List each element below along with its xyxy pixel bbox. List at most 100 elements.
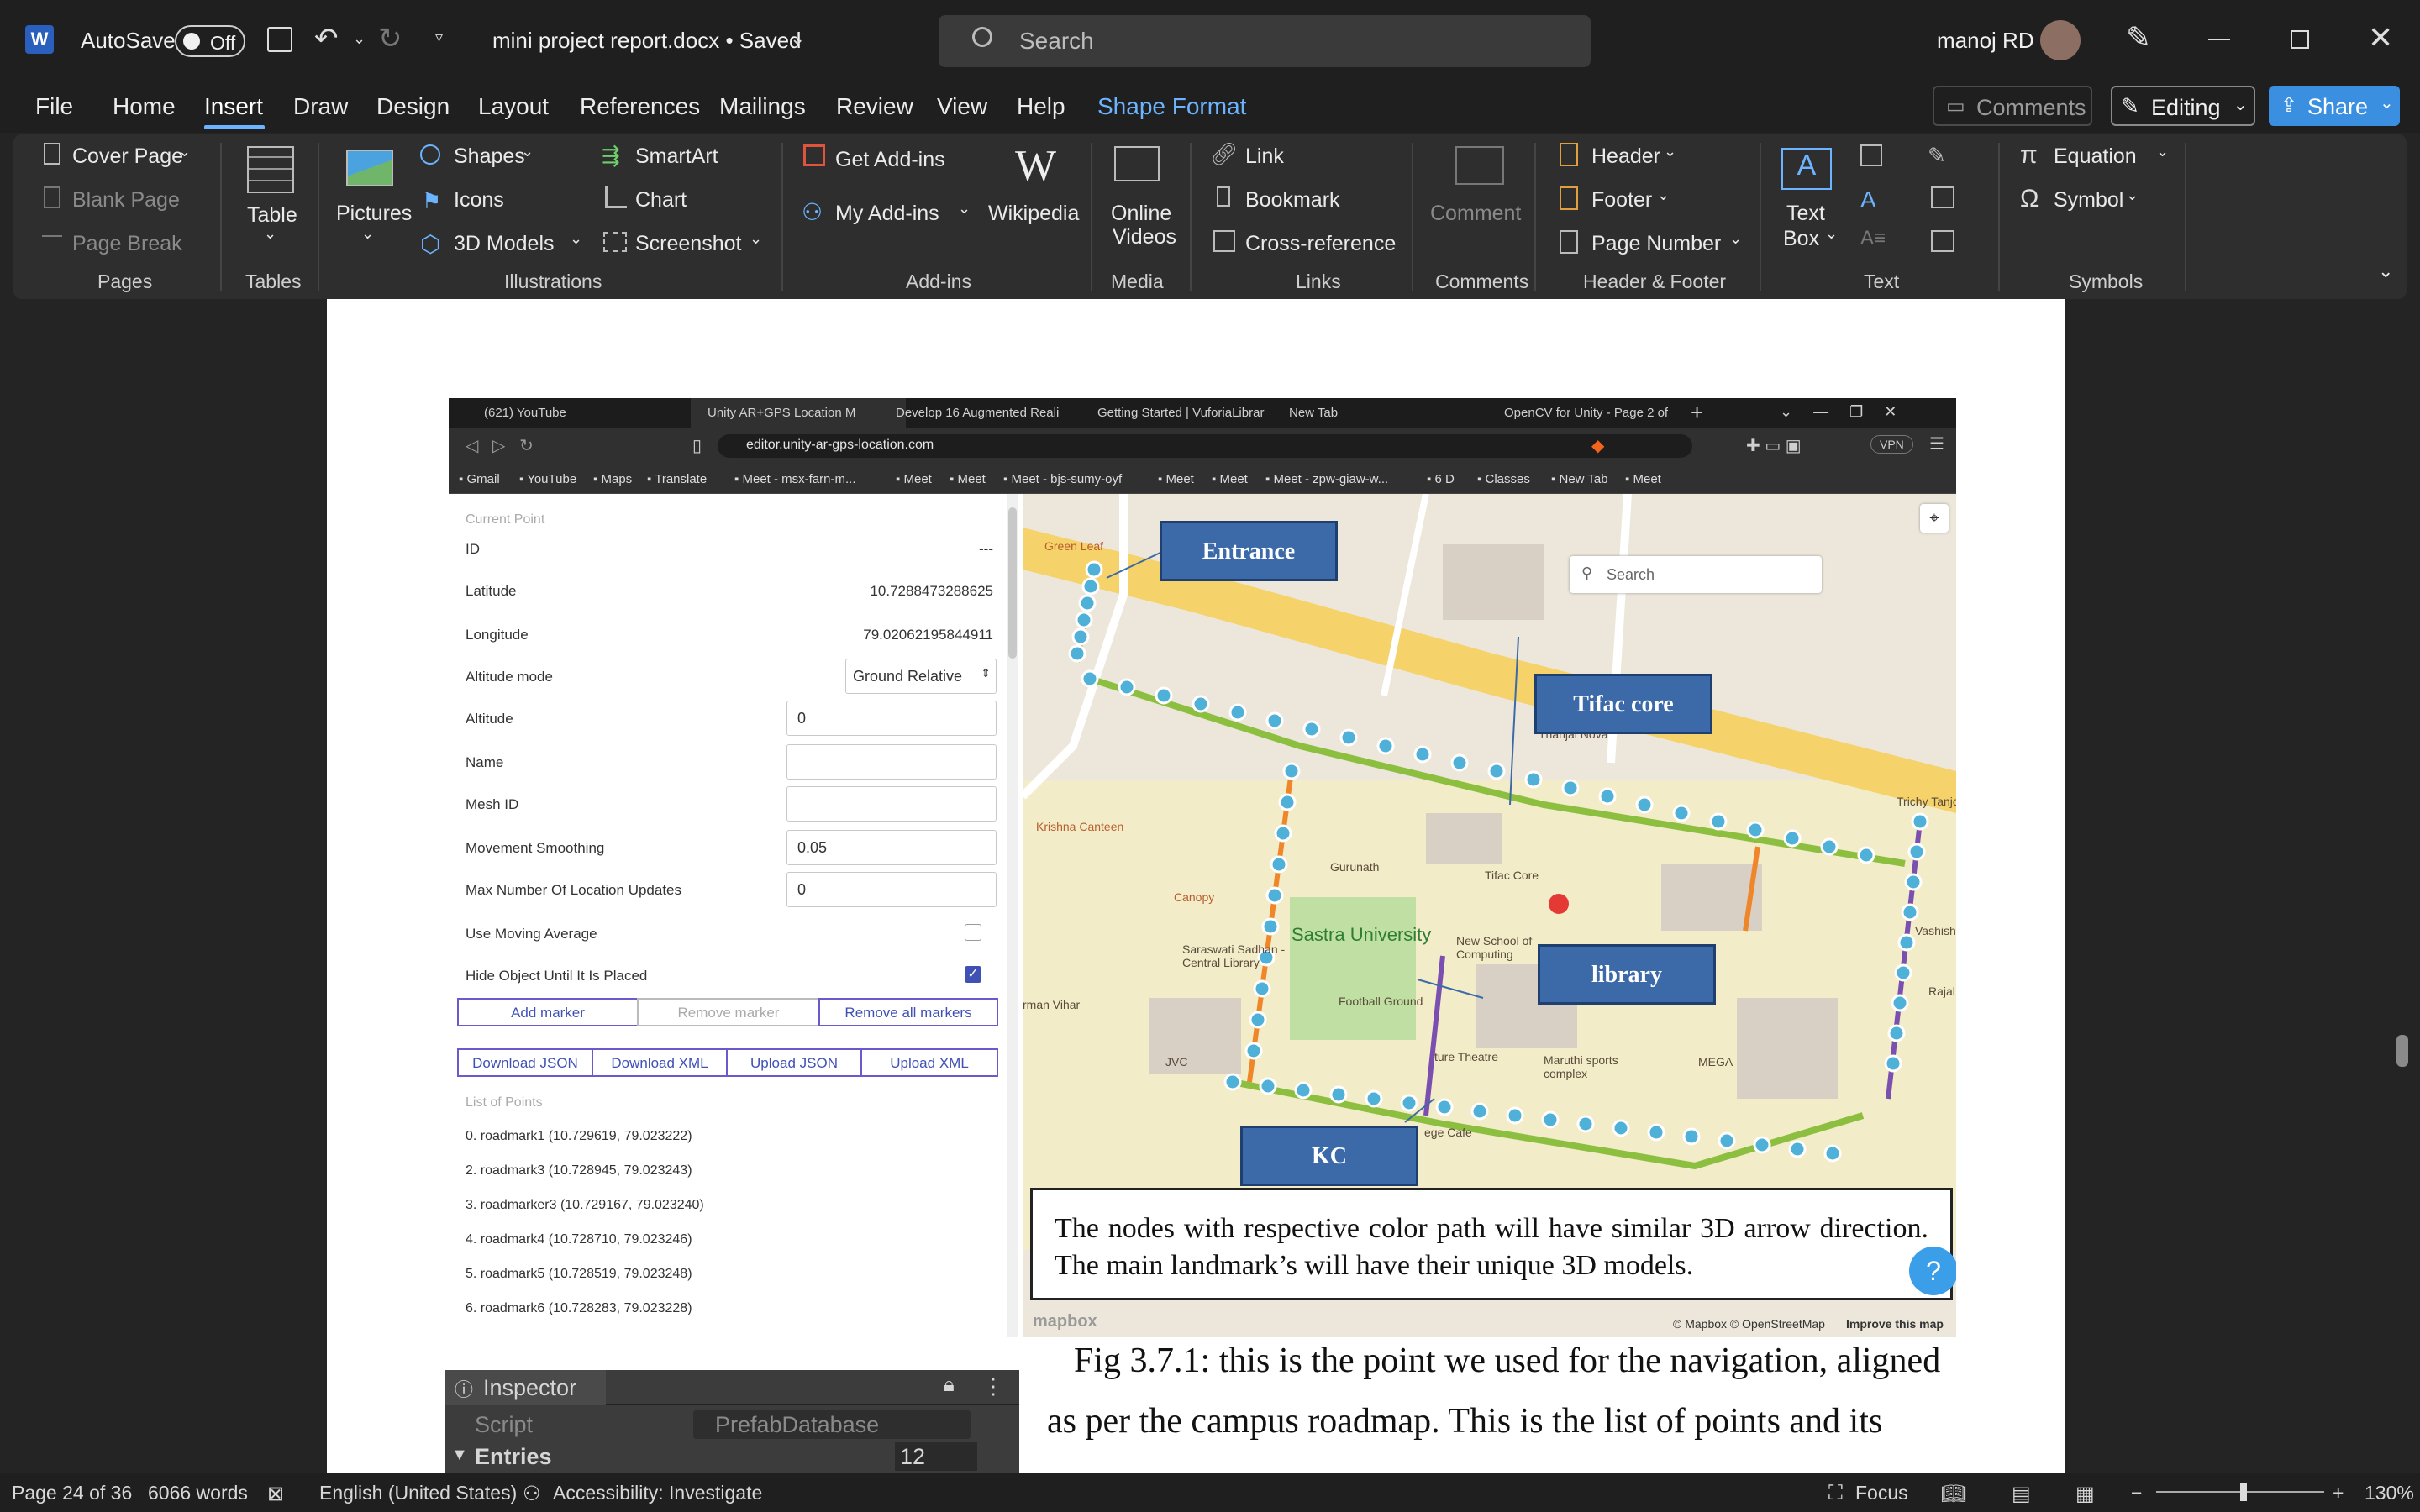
tab-home[interactable]: Home	[113, 93, 176, 120]
quick-parts-icon[interactable]	[1860, 144, 1882, 166]
brave-shield-icon[interactable]: ◆	[1591, 435, 1604, 456]
comment-button[interactable]: Comment	[1430, 202, 1521, 226]
customize-toolbar-icon[interactable]: ▿	[435, 29, 443, 46]
list-item[interactable]: 3. roadmarker3 (10.729167, 79.023240)	[466, 1198, 704, 1213]
chevron-down-icon[interactable]: ⌄	[361, 225, 374, 243]
signature-line-icon[interactable]: ✎	[1928, 143, 1946, 169]
altitude-mode-select[interactable]: Ground Relative ⇕	[845, 659, 997, 694]
link-button[interactable]: Link	[1245, 144, 1284, 169]
bookmark-item[interactable]: ▪ Classes	[1477, 472, 1530, 486]
chevron-down-icon[interactable]: ⌄	[1664, 143, 1676, 160]
3d-models-button[interactable]: 3D Models	[454, 232, 555, 256]
chevron-down-icon[interactable]: ⌄	[750, 230, 762, 248]
bookmark-item[interactable]: ▪ 6 D	[1427, 472, 1455, 486]
vpn-badge[interactable]: VPN	[1870, 435, 1913, 454]
restore-icon[interactable]	[2291, 30, 2309, 49]
bookmark-item[interactable]: ▪ Meet	[950, 472, 986, 486]
name-input[interactable]	[786, 744, 997, 780]
header-button[interactable]: Header	[1591, 144, 1660, 169]
tab-design[interactable]: Design	[376, 93, 450, 120]
zoom-out-icon[interactable]: −	[2131, 1482, 2142, 1504]
help-bubble-icon[interactable]: ?	[1909, 1247, 1956, 1295]
date-time-icon[interactable]	[1931, 186, 1954, 208]
zoom-slider-thumb[interactable]	[2240, 1483, 2247, 1501]
page-indicator[interactable]: Page 24 of 36	[12, 1482, 132, 1504]
max-location-updates-input[interactable]: 0	[786, 872, 997, 907]
document-title[interactable]: mini project report.docx • Saved	[492, 28, 802, 54]
chevron-down-icon[interactable]: ⌄	[264, 225, 276, 243]
list-item[interactable]: 0. roadmark1 (10.729619, 79.023222)	[466, 1129, 692, 1144]
geolocate-button[interactable]: ⌖	[1920, 504, 1949, 533]
undo-dropdown-icon[interactable]: ⌄	[353, 30, 366, 48]
get-addins-button[interactable]: Get Add-ins	[835, 148, 945, 172]
tab-shape-format[interactable]: Shape Format	[1097, 93, 1246, 120]
undo-icon[interactable]: ↶	[314, 22, 339, 55]
table-button[interactable]: Table	[247, 203, 297, 228]
improve-map-link[interactable]: Improve this map	[1846, 1317, 1944, 1331]
chevron-down-icon[interactable]: ⌄	[1657, 186, 1670, 204]
browser-tab-active[interactable]: Unity AR+GPS Location M	[691, 398, 906, 428]
pictures-button[interactable]: Pictures	[336, 202, 412, 226]
download-xml-button[interactable]: Download XML	[592, 1048, 728, 1077]
bookmark-page-icon[interactable]: ▯	[692, 435, 702, 456]
remove-marker-button[interactable]: Remove marker	[637, 998, 820, 1026]
comments-button[interactable]: ▭ Comments	[1933, 86, 2092, 126]
save-icon[interactable]	[267, 27, 292, 52]
icons-button[interactable]: Icons	[454, 188, 504, 213]
chevron-down-icon[interactable]: ⌄	[2156, 143, 2169, 160]
page-number-button[interactable]: Page Number	[1591, 232, 1721, 256]
language[interactable]: English (United States)	[319, 1482, 517, 1504]
browser-menu-icon[interactable]: ☰	[1929, 433, 1944, 454]
page-break-button[interactable]: Page Break	[72, 232, 182, 256]
tab-file[interactable]: File	[35, 93, 73, 120]
my-addins-button[interactable]: My Add-ins	[835, 202, 939, 226]
bookmark-item[interactable]: ▪ Meet	[1158, 472, 1194, 486]
symbol-button[interactable]: Symbol	[2054, 188, 2123, 213]
screenshot-button[interactable]: Screenshot	[635, 232, 741, 256]
chevron-down-icon[interactable]: ⌄	[521, 143, 534, 160]
tab-view[interactable]: View	[937, 93, 987, 120]
editing-button[interactable]: ✎ Editing ⌄	[2111, 86, 2255, 126]
bookmark-item[interactable]: ▪ Meet - msx-farn-m...	[734, 472, 856, 486]
browser-tab[interactable]: Develop 16 Augmented Reali	[896, 406, 1059, 420]
list-item[interactable]: 4. roadmark4 (10.728710, 79.023246)	[466, 1232, 692, 1247]
redo-icon[interactable]: ↻	[378, 22, 402, 55]
tab-references[interactable]: References	[580, 93, 700, 120]
tab-layout[interactable]: Layout	[478, 93, 549, 120]
minimize-icon[interactable]	[2208, 39, 2230, 40]
tab-draw[interactable]: Draw	[293, 93, 348, 120]
movement-smoothing-input[interactable]: 0.05	[786, 830, 997, 865]
collapse-ribbon-icon[interactable]: ⌄	[2378, 260, 2393, 282]
tab-help[interactable]: Help	[1017, 93, 1065, 120]
read-mode-icon[interactable]: 📖︎	[1941, 1482, 1966, 1506]
tab-review[interactable]: Review	[836, 93, 913, 120]
upload-json-button[interactable]: Upload JSON	[726, 1048, 862, 1077]
autosave-toggle[interactable]: Off	[175, 25, 245, 57]
bookmark-item[interactable]: ▪ YouTube	[519, 472, 576, 486]
bookmark-item[interactable]: ▪ Gmail	[459, 472, 500, 486]
list-item[interactable]: 2. roadmark3 (10.728945, 79.023243)	[466, 1163, 692, 1179]
figure-caption-line-1[interactable]: Fig 3.7.1: this is the point we used for…	[1074, 1341, 1940, 1381]
wikipedia-button[interactable]: Wikipedia	[988, 202, 1079, 226]
browser-tab[interactable]: Getting Started | VuforiaLibrar	[1097, 406, 1264, 420]
footer-button[interactable]: Footer	[1591, 188, 1652, 213]
online-videos-button-line2[interactable]: Videos	[1113, 225, 1176, 249]
browser-tab[interactable]: OpenCV for Unity - Page 2 of	[1504, 406, 1668, 420]
figure-caption-line-2[interactable]: as per the campus roadmap. This is the l…	[1047, 1401, 1882, 1441]
list-item[interactable]: 5. roadmark5 (10.728519, 79.023248)	[466, 1267, 692, 1282]
window-controls[interactable]: ⌄ — ❐ ✕	[1780, 403, 1897, 421]
avatar[interactable]	[2040, 20, 2081, 60]
pen-icon[interactable]: ✎	[2126, 20, 2151, 55]
object-icon[interactable]	[1931, 230, 1954, 252]
extensions-icon[interactable]: ✚ ▭ ▣	[1746, 435, 1802, 456]
chevron-down-icon[interactable]: ⌄	[178, 143, 191, 160]
word-count[interactable]: 6066 words	[148, 1482, 248, 1504]
blank-page-button[interactable]: Blank Page	[72, 188, 180, 213]
shapes-button[interactable]: Shapes	[454, 144, 525, 169]
browser-tab[interactable]: (621) YouTube	[484, 406, 566, 420]
new-tab-icon[interactable]: +	[1691, 400, 1703, 426]
list-item[interactable]: 6. roadmark6 (10.728283, 79.023228)	[466, 1301, 692, 1316]
text-box-button-line2[interactable]: Box	[1783, 227, 1819, 251]
bookmark-item[interactable]: ▪ Maps	[593, 472, 632, 486]
nav-buttons[interactable]: ◁ ▷ ↻	[466, 435, 534, 456]
